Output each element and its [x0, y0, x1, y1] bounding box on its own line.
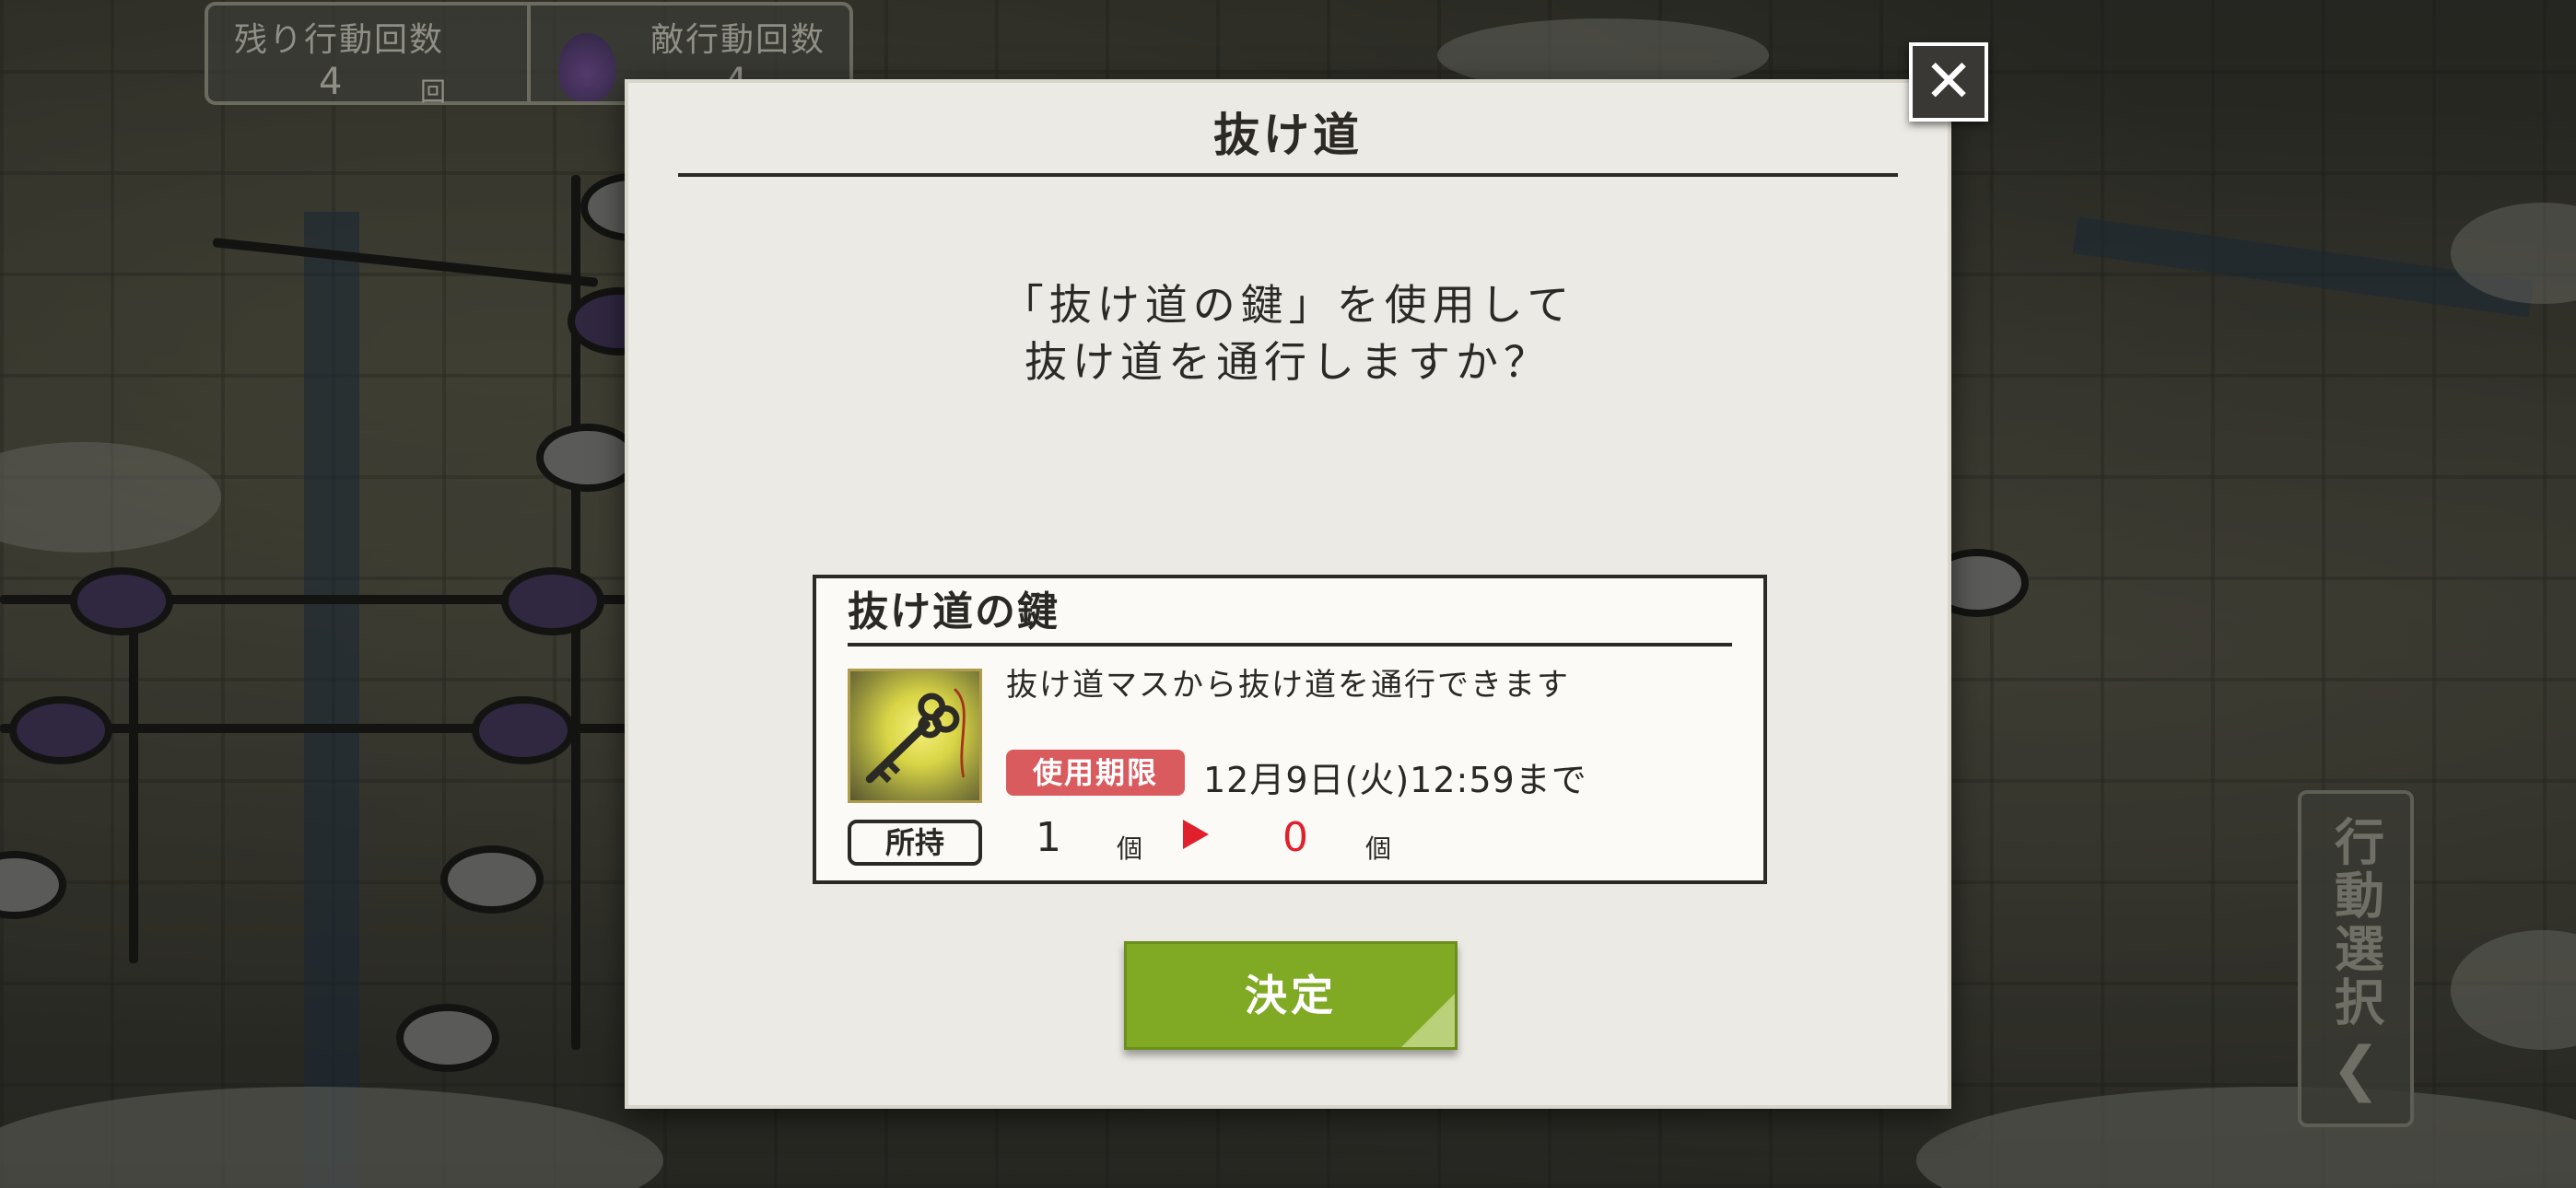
confirm-button[interactable]: 決定 — [1124, 941, 1458, 1050]
enemy-actions-label: 敵行動回数 — [650, 21, 826, 59]
close-button[interactable]: ✕ — [1909, 42, 1988, 122]
owned-count-before: 1 — [1036, 814, 1061, 861]
dialog-question-line2: 抜け道を通行しますか？ — [1025, 337, 1551, 387]
item-card: 抜け道の鍵 抜け道マスから抜け道を通行できます 使用期限 12月9日(火)12:… — [813, 575, 1767, 884]
owned-unit: 個 — [1117, 833, 1143, 864]
key-icon — [848, 669, 982, 803]
action-select-tab[interactable]: 行動選択 ❮ — [2298, 790, 2414, 1127]
remaining-actions-unit: 回 — [420, 76, 447, 107]
arrow-right-icon — [1183, 820, 1209, 849]
owned-count-after: 0 — [1282, 814, 1308, 861]
enemy-flame-icon — [558, 33, 615, 101]
item-description: 抜け道マスから抜け道を通行できます — [1006, 667, 1570, 704]
remaining-actions-label: 残り行動回数 — [234, 21, 445, 59]
owned-unit: 個 — [1365, 833, 1392, 864]
confirm-button-label: 決定 — [1245, 971, 1337, 1020]
chevron-left-icon: ❮ — [2331, 1035, 2381, 1103]
dialog-question: 「抜け道の鍵」を使用して 抜け道を通行しますか？ — [628, 276, 1948, 390]
expiry-date: 12月9日(火)12:59まで — [1203, 760, 1587, 800]
action-select-label: 行動選択 — [2325, 816, 2385, 1030]
remaining-actions-value: 4 — [319, 61, 343, 103]
expiry-badge: 使用期限 — [1006, 750, 1185, 796]
close-icon: ✕ — [1924, 48, 1973, 116]
owned-label: 所持 — [848, 820, 982, 866]
secret-passage-dialog: 抜け道 「抜け道の鍵」を使用して 抜け道を通行しますか？ 抜け道の鍵 抜け道マス… — [625, 79, 1951, 1109]
item-name: 抜け道の鍵 — [848, 584, 1732, 646]
dialog-title: 抜け道 — [678, 103, 1898, 177]
remaining-actions-counter: 残り行動回数 4 回 — [208, 6, 527, 107]
key-icon-graphic — [865, 688, 966, 784]
dialog-question-line1: 「抜け道の鍵」を使用して — [1001, 280, 1575, 330]
